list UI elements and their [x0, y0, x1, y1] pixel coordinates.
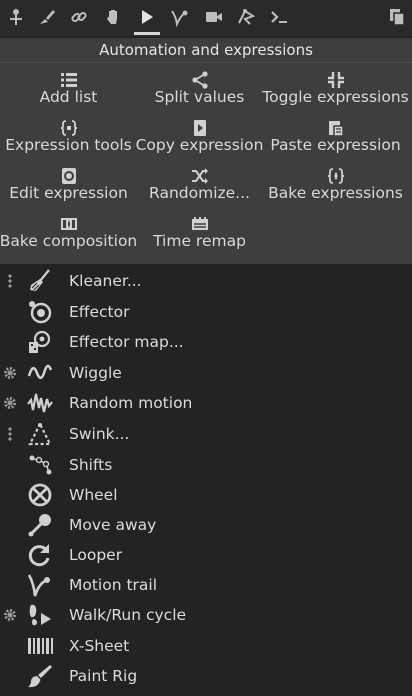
- x-sheet-icon: [27, 633, 53, 659]
- copy-expression-button[interactable]: Copy expression: [131, 116, 268, 164]
- shuffle-icon: [191, 167, 209, 185]
- bake-composition-button[interactable]: Bake composition: [0, 212, 137, 260]
- paste-expression-button[interactable]: Paste expression: [267, 116, 404, 164]
- tool-shifts[interactable]: Shifts: [0, 450, 412, 480]
- tool-effector[interactable]: Effector: [0, 297, 412, 327]
- panel-title: Automation and expressions: [99, 41, 313, 59]
- tool-motion-trail[interactable]: Motion trail: [0, 570, 412, 600]
- tool-paint-rig[interactable]: Paint Rig: [0, 661, 412, 691]
- tool-effector-map[interactable]: Effector map...: [0, 327, 412, 357]
- swink-triangle-icon: [27, 421, 53, 447]
- more-options-icon[interactable]: [3, 426, 17, 442]
- broom-icon: [27, 268, 53, 294]
- effector-map-icon: [27, 329, 53, 355]
- camera-icon[interactable]: [203, 6, 225, 28]
- more-options-icon[interactable]: [3, 273, 17, 289]
- link-chain-icon[interactable]: [68, 6, 90, 28]
- tool-looper[interactable]: Looper: [0, 540, 412, 570]
- top-toolbar: [0, 0, 412, 36]
- node-graph-icon[interactable]: [235, 6, 257, 28]
- edit-expression-icon: [60, 167, 78, 185]
- play-automation-icon[interactable]: [136, 6, 158, 28]
- add-list-button[interactable]: Add list: [0, 68, 137, 116]
- bake-composition-icon: [60, 215, 78, 233]
- split-values-button[interactable]: Split values: [131, 68, 268, 116]
- settings-gear-icon[interactable]: [3, 395, 17, 411]
- copy-expression-icon: [191, 119, 209, 137]
- bake-expressions-button[interactable]: Bake expressions: [267, 164, 404, 212]
- panel-divider: [0, 62, 412, 63]
- edit-expression-button[interactable]: Edit expression: [0, 164, 137, 212]
- motion-trail-icon: [27, 572, 53, 598]
- effector-icon: [27, 299, 53, 325]
- tool-move-away[interactable]: Move away: [0, 510, 412, 540]
- expression-tools-button[interactable]: Expression tools: [0, 116, 137, 164]
- settings-gear-icon[interactable]: [3, 607, 17, 623]
- tool-kleaner[interactable]: Kleaner...: [0, 266, 412, 296]
- tool-x-sheet[interactable]: X-Sheet: [0, 631, 412, 661]
- wiggle-wave-icon: [27, 360, 53, 386]
- tool-swink[interactable]: Swink...: [0, 419, 412, 449]
- time-remap-icon: [191, 215, 209, 233]
- random-motion-icon: [27, 390, 53, 416]
- pin-tool-icon[interactable]: [5, 6, 27, 28]
- wheel-icon: [27, 482, 53, 508]
- tool-random-motion[interactable]: Random motion: [0, 388, 412, 418]
- tool-walk-run-cycle[interactable]: Walk/Run cycle: [0, 600, 412, 630]
- hand-icon[interactable]: [103, 6, 125, 28]
- shifts-icon: [27, 452, 53, 478]
- randomize-button[interactable]: Randomize...: [131, 164, 268, 212]
- walk-cycle-icon: [27, 602, 53, 628]
- time-remap-button[interactable]: Time remap: [131, 212, 268, 260]
- paste-expression-icon: [327, 119, 345, 137]
- expression-tools-icon: [60, 119, 78, 137]
- terminal-icon[interactable]: [268, 6, 290, 28]
- rigging-brush-icon[interactable]: [36, 6, 58, 28]
- list-icon: [60, 71, 78, 89]
- share-split-icon: [191, 71, 209, 89]
- tool-wheel[interactable]: Wheel: [0, 480, 412, 510]
- toggle-expressions-button[interactable]: Toggle expressions: [262, 68, 409, 116]
- settings-gear-icon[interactable]: [3, 365, 17, 381]
- automation-panel: Automation and expressions Add list Spli…: [0, 38, 412, 264]
- tool-wiggle[interactable]: Wiggle: [0, 358, 412, 388]
- looper-icon: [27, 542, 53, 568]
- paint-brush-icon: [27, 663, 53, 689]
- bake-expressions-icon: [327, 167, 345, 185]
- copy-document-icon[interactable]: [386, 6, 408, 28]
- active-tab-indicator: [134, 32, 160, 35]
- move-away-icon: [27, 512, 53, 538]
- toggle-expressions-icon: [327, 71, 345, 89]
- motion-trail-icon[interactable]: [169, 6, 191, 28]
